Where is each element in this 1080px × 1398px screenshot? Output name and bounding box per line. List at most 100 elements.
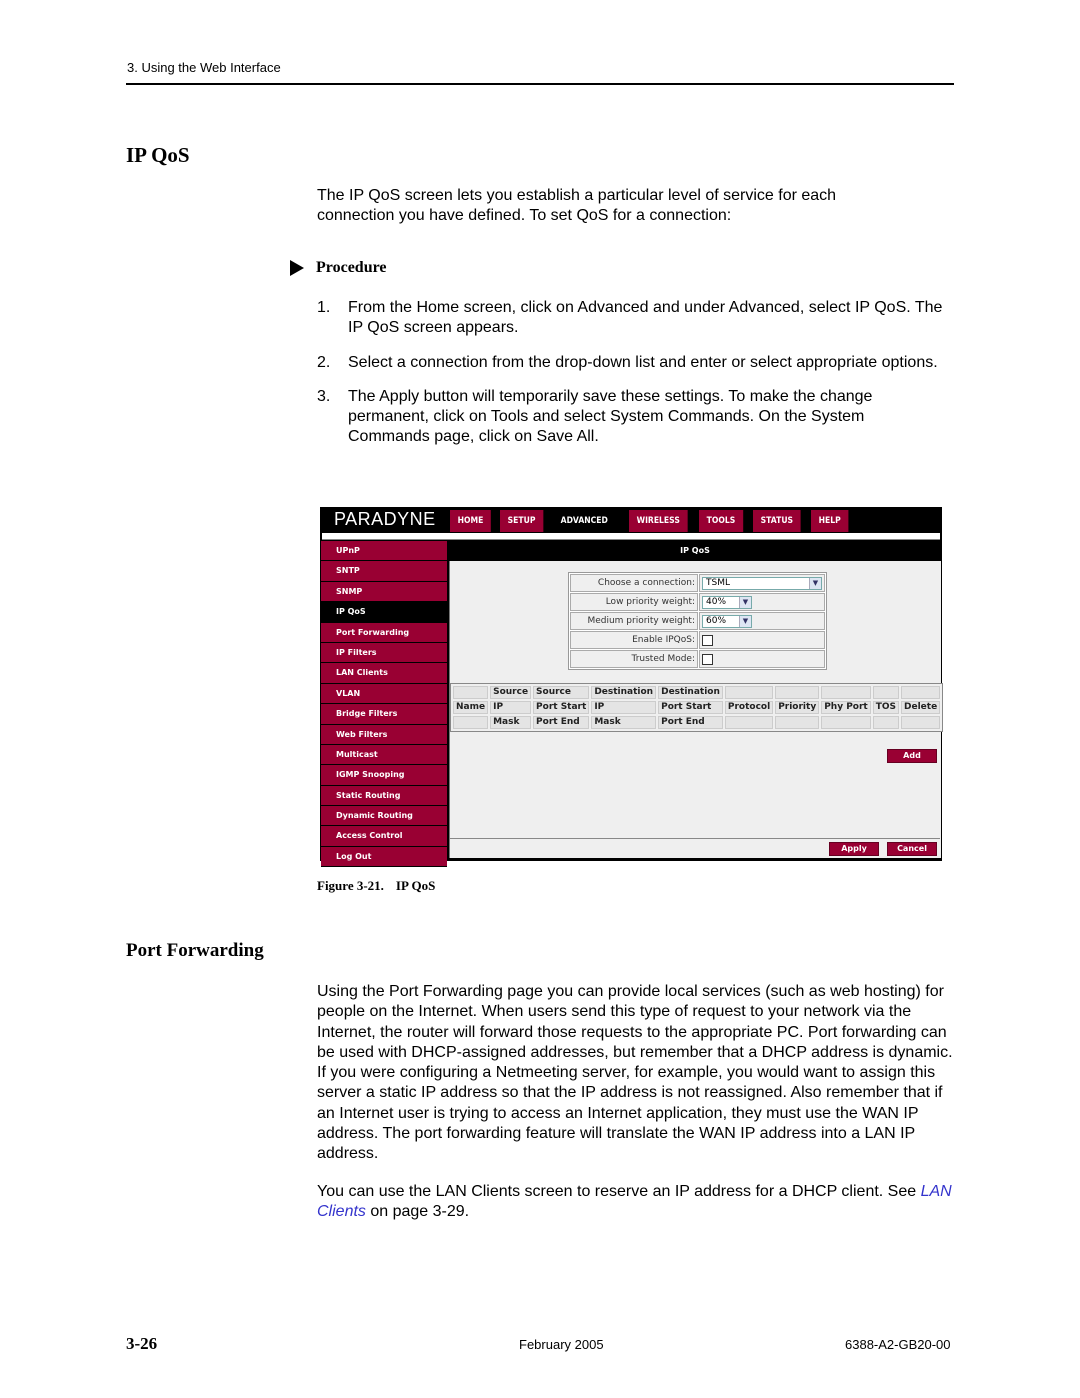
column-header: Priority (775, 701, 820, 714)
procedure-heading: Procedure (290, 259, 387, 277)
port-forwarding-paragraph: Using the Port Forwarding page you can p… (317, 983, 953, 1163)
document-id: 6388-A2-GB20-00 (845, 1337, 951, 1352)
column-header: Name (453, 701, 489, 714)
sidebar-item-static-routing[interactable]: Static Routing (321, 785, 447, 807)
column-header: Destination (591, 686, 657, 699)
column-header (901, 716, 941, 729)
enable-ipqos-label: Enable IPQoS: (570, 631, 698, 649)
column-header (724, 686, 774, 699)
chevron-down-icon: ▼ (739, 596, 751, 608)
sidebar-item-upnp[interactable]: UPnP (321, 541, 447, 562)
connection-value: TSML (706, 578, 730, 588)
step-number: 1. (317, 299, 331, 316)
nav-tab-home[interactable]: HOME (450, 510, 492, 532)
sidebar-item-dynamic-routing[interactable]: Dynamic Routing (321, 806, 447, 827)
sidebar-item-web-filters[interactable]: Web Filters (321, 724, 447, 745)
step-number: 3. (317, 387, 331, 405)
column-header: Port Start (533, 701, 590, 714)
nav-tab-wireless[interactable]: WIRELESS (628, 510, 687, 532)
trusted-mode-label: Trusted Mode: (570, 650, 698, 668)
sidebar-item-vlan[interactable]: VLAN (321, 683, 447, 705)
running-head: 3. Using the Web Interface (127, 60, 281, 75)
sidebar: UPnP SNTP SNMP IP QoS Port Forwarding IP… (321, 541, 447, 868)
column-header (453, 686, 489, 699)
column-header (872, 686, 899, 699)
medium-priority-value: 60% (706, 616, 727, 626)
step-text: The Apply button will temporarily save t… (348, 387, 873, 446)
low-priority-label: Low priority weight: (570, 593, 698, 611)
nav-tab-setup[interactable]: SETUP (500, 510, 544, 532)
chevron-down-icon: ▼ (739, 615, 751, 627)
column-header: Mask (591, 716, 657, 729)
sidebar-item-snmp[interactable]: SNMP (321, 581, 447, 603)
sidebar-item-lan-clients[interactable]: LAN Clients (321, 663, 447, 684)
step-3: 3. The Apply button will temporarily sav… (317, 387, 947, 448)
step-text: From the Home screen, click on Advanced … (348, 299, 943, 337)
trusted-mode-checkbox[interactable] (702, 653, 713, 665)
nav-tab-advanced[interactable]: ADVANCED (552, 510, 616, 532)
column-header: IP (591, 701, 657, 714)
qos-settings-form: Choose a connection: TSML ▼ Low priority… (568, 572, 827, 670)
connection-label: Choose a connection: (570, 574, 698, 592)
top-nav: HOME SETUP ADVANCED WIRELESS TOOLS STATU… (450, 510, 857, 532)
column-header (901, 686, 941, 699)
sidebar-item-sntp[interactable]: SNTP (321, 561, 447, 582)
paradyne-logo: PARADYNE (334, 509, 436, 529)
column-header (821, 716, 871, 729)
column-header (821, 686, 871, 699)
low-priority-select[interactable]: 40% ▼ (702, 595, 752, 609)
step-1: 1. From the Home screen, click on Advanc… (317, 298, 947, 339)
column-header: Destination (658, 686, 723, 699)
sidebar-item-igmp-snooping[interactable]: IGMP Snooping (321, 765, 447, 786)
sidebar-item-port-forwarding[interactable]: Port Forwarding (321, 622, 447, 643)
sidebar-item-ip-qos[interactable]: IP QoS (321, 602, 447, 623)
chevron-down-icon: ▼ (809, 577, 821, 589)
panel-footer-divider (450, 838, 940, 839)
step-number: 2. (317, 353, 331, 371)
figure-title: IP QoS (395, 878, 436, 893)
column-header (453, 716, 489, 729)
step-2: 2. Select a connection from the drop-dow… (317, 353, 947, 373)
header-row-3: Mask Port End Mask Port End (453, 716, 941, 729)
page-number: 3-26 (126, 1334, 158, 1353)
sidebar-item-access-control[interactable]: Access Control (321, 826, 447, 847)
column-header: Protocol (724, 701, 774, 714)
intro-paragraph: The IP QoS screen lets you establish a p… (317, 187, 837, 225)
apply-button[interactable]: Apply (829, 842, 879, 856)
column-header (775, 716, 820, 729)
sidebar-item-ip-filters[interactable]: IP Filters (321, 642, 447, 664)
qos-rules-table: Source Source Destination Destination Na… (450, 683, 944, 732)
nav-tab-tools[interactable]: TOOLS (699, 510, 744, 532)
sidebar-item-bridge-filters[interactable]: Bridge Filters (321, 704, 447, 725)
column-header: Source (490, 686, 532, 699)
medium-priority-select[interactable]: 60% ▼ (702, 614, 752, 628)
add-button[interactable]: Add (887, 749, 937, 763)
column-header: Port End (533, 716, 590, 729)
enable-ipqos-checkbox[interactable] (702, 634, 713, 646)
column-header: Delete (901, 701, 941, 714)
column-header: Port Start (658, 701, 723, 714)
header-row-1: Source Source Destination Destination (453, 686, 941, 699)
low-priority-value: 40% (706, 597, 727, 607)
header-rule (126, 83, 954, 85)
column-header: Source (533, 686, 590, 699)
figure-caption: Figure 3-21. IP QoS (317, 878, 447, 894)
column-header: Mask (490, 716, 532, 729)
nav-divider (322, 533, 940, 540)
nav-tab-status[interactable]: STATUS (752, 510, 801, 532)
cancel-button[interactable]: Cancel (887, 842, 937, 856)
paragraph-text: on page 3-29. (365, 1203, 470, 1221)
panel-title: IP QoS (449, 541, 941, 560)
sidebar-item-multicast[interactable]: Multicast (321, 744, 447, 766)
column-header: Phy Port (821, 701, 871, 714)
connection-select[interactable]: TSML ▼ (702, 576, 822, 590)
triangle-right-icon (290, 260, 304, 276)
step-text: Select a connection from the drop-down l… (348, 353, 938, 371)
sidebar-item-log-out[interactable]: Log Out (321, 846, 447, 868)
nav-tab-help[interactable]: HELP (811, 510, 849, 532)
column-header (872, 716, 899, 729)
procedure-steps: 1. From the Home screen, click on Advanc… (317, 298, 947, 462)
medium-priority-label: Medium priority weight: (570, 612, 698, 630)
column-header (775, 686, 820, 699)
lan-clients-paragraph: You can use the LAN Clients screen to re… (317, 1182, 953, 1223)
